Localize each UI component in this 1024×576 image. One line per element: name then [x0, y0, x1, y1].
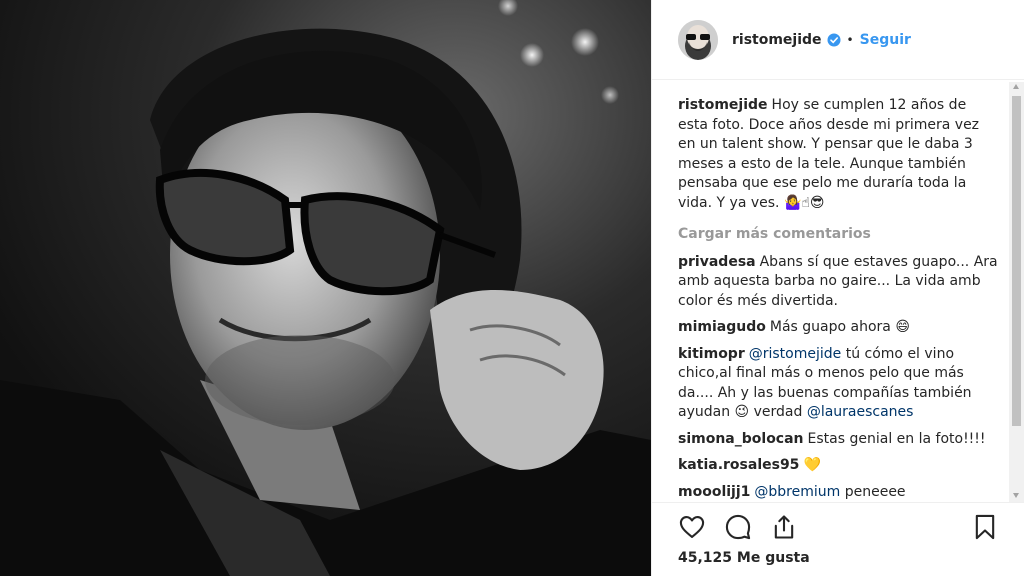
comment-item: simona_bolocan Estas genial en la foto!!!… — [678, 430, 998, 450]
header-username[interactable]: ristomejide — [732, 32, 822, 48]
caption-username[interactable]: ristomejide — [678, 97, 768, 113]
comment-emoji: 💛 — [803, 457, 821, 473]
comment-username[interactable]: mooolijj1 — [678, 484, 750, 500]
post-header: ristomejide • Seguir — [652, 0, 1024, 80]
comment-item: kitimopr @ristomejide tú cómo el vino chi… — [678, 345, 998, 423]
comment-text: Más guapo ahora — [769, 319, 891, 335]
comment-item: mimiagudo Más guapo ahora 😄 — [678, 318, 998, 338]
post-photo[interactable] — [0, 0, 651, 576]
scroll-down-arrow-icon[interactable] — [1013, 493, 1019, 498]
load-more-comments-button[interactable]: Cargar más comentarios — [678, 225, 998, 245]
comment-text-2: verdad — [749, 404, 807, 420]
scrollbar-thumb[interactable] — [1012, 96, 1021, 426]
comment-text: peneeee — [840, 483, 906, 500]
comment-item: katia.rosales95 💛 — [678, 456, 998, 476]
comment-icon[interactable] — [724, 513, 752, 541]
post-actions: 45,125 Me gusta — [652, 502, 1024, 576]
caption-emoji: 🤷‍♀️☝😎 — [783, 194, 825, 211]
heart-icon[interactable] — [678, 513, 706, 541]
caption: ristomejide Hoy se cumplen 12 años de est… — [678, 96, 998, 213]
comment-username[interactable]: katia.rosales95 — [678, 457, 799, 473]
likes-count[interactable]: 45,125 Me gusta — [678, 550, 810, 566]
instagram-post: ristomejide • Seguir ristomejide Hoy se c… — [0, 0, 1024, 576]
bookmark-icon[interactable] — [971, 513, 999, 541]
comments-list: ristomejide Hoy se cumplen 12 años de est… — [678, 96, 998, 502]
follow-button[interactable]: Seguir — [860, 32, 911, 48]
comment-username[interactable]: simona_bolocan — [678, 431, 804, 447]
comment-emoji: 😉 — [734, 404, 750, 420]
comment-username[interactable]: privadesa — [678, 254, 756, 270]
caption-text: Hoy se cumplen 12 años de esta foto. Doc… — [678, 97, 980, 211]
scroll-up-arrow-icon[interactable] — [1013, 84, 1019, 89]
comment-text: Estas genial en la foto!!!! — [807, 430, 986, 447]
post-sidebar: ristomejide • Seguir ristomejide Hoy se c… — [651, 0, 1024, 576]
comment-item: privadesa Abans sí que estaves guapo... A… — [678, 253, 998, 312]
comment-mention-2[interactable]: @lauraescanes — [807, 404, 914, 420]
comment-username[interactable]: kitimopr — [678, 346, 745, 362]
comment-mention[interactable]: @bbremium — [754, 484, 840, 500]
comment-mention[interactable]: @ristomejide — [749, 346, 842, 362]
comment-emoji: 😄 — [895, 319, 910, 335]
comments-scrollbar[interactable] — [1009, 82, 1024, 502]
comment-item: mooolijj1 @bbremium peneeee — [678, 483, 998, 503]
share-icon[interactable] — [770, 513, 798, 541]
avatar[interactable] — [678, 19, 718, 60]
verified-badge-icon — [827, 33, 841, 46]
header-separator: • — [846, 32, 854, 47]
comment-username[interactable]: mimiagudo — [678, 319, 766, 335]
portrait-image — [0, 0, 651, 576]
